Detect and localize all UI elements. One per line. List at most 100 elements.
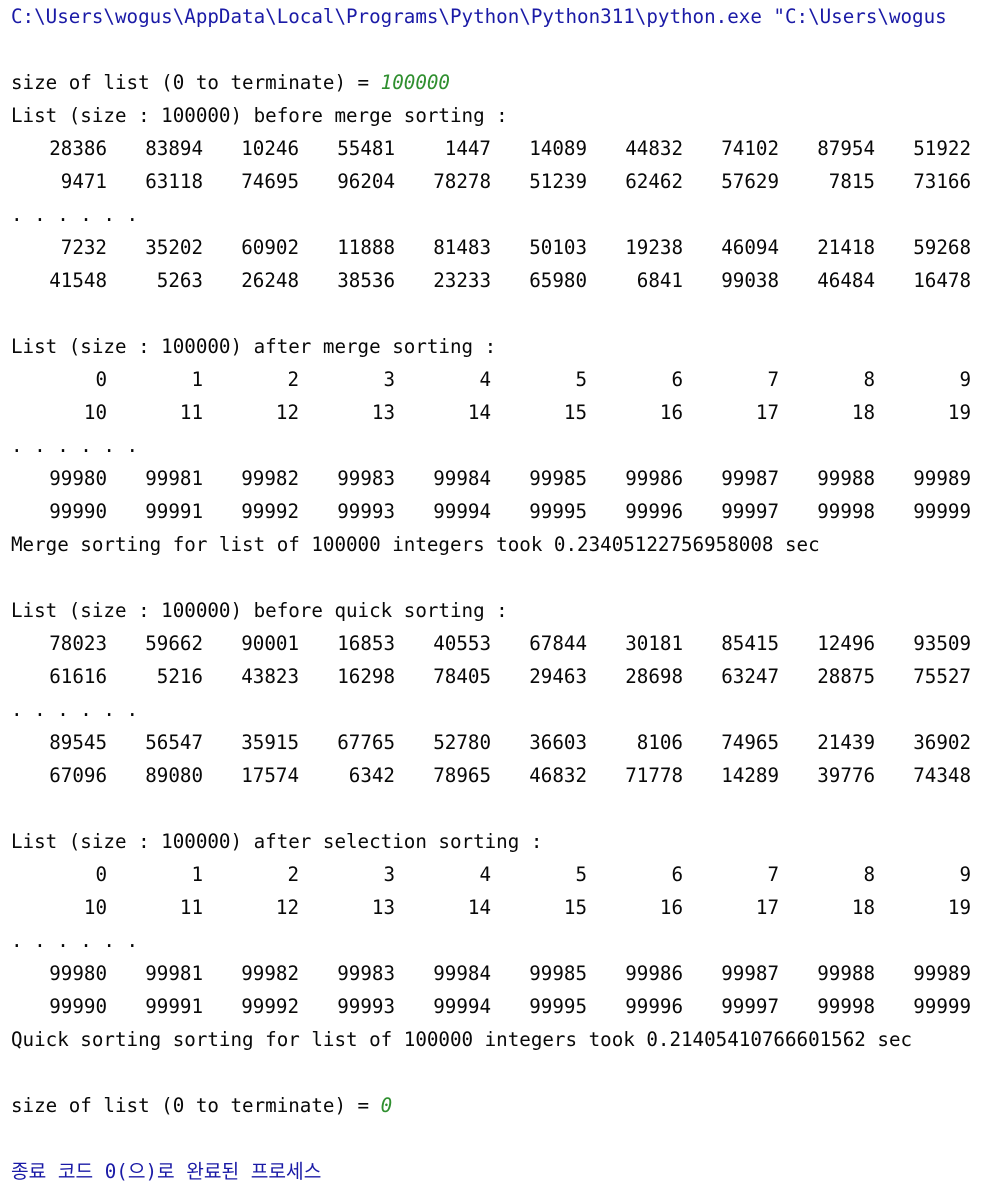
number-cell: 14 — [467, 896, 491, 919]
number-cell: 57629 — [721, 170, 779, 193]
number-cell: 71778 — [625, 764, 683, 787]
number-row: 10 11 12 13 14 15 16 17 18 19 — [11, 396, 981, 429]
number-cell: 40553 — [433, 632, 491, 655]
number-cell: 99988 — [817, 467, 875, 490]
number-cell: 99998 — [817, 995, 875, 1018]
number-cell: 5263 — [156, 269, 203, 292]
number-cell: 16 — [659, 896, 683, 919]
number-grid: 0 1 2 3 4 5 6 7 8 9 10 11 12 13 14 15 16 17 18 19 — [11, 363, 981, 429]
number-cell: 19 — [947, 896, 971, 919]
number-cell: 11888 — [337, 236, 395, 259]
number-cell: 5216 — [156, 665, 203, 688]
number-cell: 21418 — [817, 236, 875, 259]
number-cell: 9 — [959, 863, 971, 886]
number-cell: 99981 — [145, 962, 203, 985]
number-cell: 29463 — [529, 665, 587, 688]
number-row: 0 1 2 3 4 5 6 7 8 9 — [11, 363, 981, 396]
section-header: List (size : 100000) before quick sortin… — [11, 599, 508, 622]
number-cell: 99992 — [241, 995, 299, 1018]
number-grid: 78023 59662 90001 16853 40553 67844 30181 85415… — [11, 627, 981, 693]
number-cell: 7815 — [828, 170, 875, 193]
number-cell: 8106 — [636, 731, 683, 754]
number-cell: 28875 — [817, 665, 875, 688]
number-cell: 78405 — [433, 665, 491, 688]
number-cell: 99983 — [337, 467, 395, 490]
number-cell: 16298 — [337, 665, 395, 688]
number-cell: 99994 — [433, 995, 491, 1018]
number-cell: 99980 — [49, 467, 107, 490]
number-grid: 99980 99981 99982 99983 99984 99985 99986 99987… — [11, 957, 981, 1023]
number-cell: 28698 — [625, 665, 683, 688]
number-cell: 99995 — [529, 995, 587, 1018]
number-cell: 39776 — [817, 764, 875, 787]
number-cell: 89545 — [49, 731, 107, 754]
number-cell: 46484 — [817, 269, 875, 292]
number-cell: 99985 — [529, 962, 587, 985]
number-cell: 99989 — [913, 467, 971, 490]
number-cell: 67844 — [529, 632, 587, 655]
number-cell: 85415 — [721, 632, 779, 655]
number-cell: 78965 — [433, 764, 491, 787]
number-cell: 99990 — [49, 500, 107, 523]
number-cell: 11 — [179, 401, 203, 424]
number-cell: 99995 — [529, 500, 587, 523]
number-cell: 4 — [479, 368, 491, 391]
timing-line: Merge sorting for list of 100000 integer… — [11, 533, 820, 556]
number-cell: 99984 — [433, 962, 491, 985]
number-row: 99990 99991 99992 99993 99994 99995 99996 99997… — [11, 990, 981, 1023]
number-cell: 35202 — [145, 236, 203, 259]
number-cell: 17 — [755, 401, 779, 424]
number-row: 99980 99981 99982 99983 99984 99985 99986 99987… — [11, 957, 981, 990]
ellipsis: . . . . . . — [11, 203, 139, 226]
number-cell: 2 — [287, 368, 299, 391]
number-cell: 10 — [83, 896, 107, 919]
ellipsis: . . . . . . — [11, 929, 139, 952]
number-cell: 14 — [467, 401, 491, 424]
number-cell: 17574 — [241, 764, 299, 787]
ellipsis: . . . . . . — [11, 698, 139, 721]
number-cell: 51239 — [529, 170, 587, 193]
number-cell: 3 — [383, 368, 395, 391]
ellipsis: . . . . . . — [11, 434, 139, 457]
number-cell: 14089 — [529, 137, 587, 160]
number-cell: 6342 — [348, 764, 395, 787]
number-cell: 6841 — [636, 269, 683, 292]
number-cell: 99981 — [145, 467, 203, 490]
number-cell: 99985 — [529, 467, 587, 490]
number-cell: 61616 — [49, 665, 107, 688]
number-cell: 63247 — [721, 665, 779, 688]
number-cell: 26248 — [241, 269, 299, 292]
number-cell: 74348 — [913, 764, 971, 787]
number-cell: 6 — [671, 863, 683, 886]
number-cell: 18 — [851, 401, 875, 424]
number-cell: 99038 — [721, 269, 779, 292]
number-row: 61616 5216 43823 16298 78405 29463 28698 63247 2… — [11, 660, 981, 693]
number-cell: 67765 — [337, 731, 395, 754]
number-row: 67096 89080 17574 6342 78965 46832 71778 14289 3… — [11, 759, 981, 792]
number-grid: 0 1 2 3 4 5 6 7 8 9 10 11 12 13 14 15 16 17 18 19 — [11, 858, 981, 924]
number-cell: 5 — [575, 863, 587, 886]
number-cell: 13 — [371, 401, 395, 424]
number-cell: 10246 — [241, 137, 299, 160]
number-cell: 9471 — [60, 170, 107, 193]
number-cell: 89080 — [145, 764, 203, 787]
number-cell: 65980 — [529, 269, 587, 292]
number-cell: 38536 — [337, 269, 395, 292]
number-cell: 99987 — [721, 962, 779, 985]
number-cell: 5 — [575, 368, 587, 391]
prompt-line-2: size of list (0 to terminate) = 0 — [11, 1089, 981, 1122]
prompt-label: size of list (0 to terminate) = — [11, 71, 381, 94]
number-cell: 12 — [275, 896, 299, 919]
number-cell: 96204 — [337, 170, 395, 193]
number-grid: 7232 35202 60902 11888 81483 50103 19238 46094 2… — [11, 231, 981, 297]
console-output[interactable]: C:\Users\wogus\AppData\Local\Programs\Py… — [11, 0, 981, 1188]
command-line: C:\Users\wogus\AppData\Local\Programs\Py… — [11, 5, 947, 28]
number-cell: 99993 — [337, 995, 395, 1018]
number-grid: 28386 83894 10246 55481 1447 14089 44832 74102 8… — [11, 132, 981, 198]
number-cell: 2 — [287, 863, 299, 886]
number-row: 41548 5263 26248 38536 23233 65980 6841 99038 46… — [11, 264, 981, 297]
number-cell: 50103 — [529, 236, 587, 259]
number-cell: 9 — [959, 368, 971, 391]
